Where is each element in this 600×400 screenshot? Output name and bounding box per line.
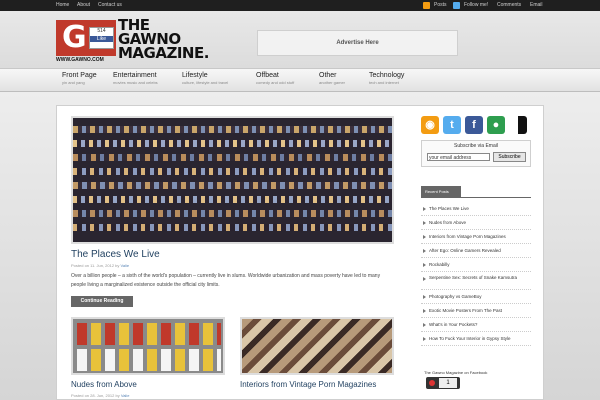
fb-count: 1: [439, 378, 457, 388]
nav-item-lifestyle[interactable]: Lifestyle culture, lifestyle and travel: [182, 72, 228, 85]
meta-prefix: Posted on 11. Jun, 2012 by: [71, 263, 120, 268]
facebook-icon[interactable]: f: [465, 116, 483, 134]
subscribe-button[interactable]: Subscribe: [493, 152, 526, 162]
delicious-icon[interactable]: [509, 116, 527, 134]
nav-item-technology[interactable]: Technology tech and internet: [369, 72, 404, 85]
nav-sub: culture, lifestyle and travel: [182, 80, 229, 85]
recent-post-item[interactable]: Interiors from Vintage Porn Magazines: [421, 230, 531, 244]
topbar-link-posts[interactable]: Posts: [434, 2, 447, 8]
facebook-widget-title: The Gawno Magazine on Facebook: [424, 370, 488, 375]
building-windows: [73, 168, 392, 175]
continue-reading-button[interactable]: Continue Reading: [71, 296, 133, 307]
topbar-link-comments[interactable]: Comments: [497, 2, 521, 8]
fb-badge-icon: [429, 380, 435, 386]
nav-label: Other: [319, 72, 337, 79]
like-button[interactable]: Like: [90, 36, 113, 42]
recent-post-item[interactable]: How To Fuck Your Interior in Gypsy Style: [421, 332, 531, 346]
divider: [421, 197, 531, 198]
subscribe-label: Subscribe via Email: [454, 143, 498, 149]
logo-url: WWW.GAWNO.COM: [56, 57, 104, 63]
featured-image[interactable]: [71, 116, 394, 244]
building-windows: [73, 126, 392, 133]
post-meta: Posted on 28. Jun, 2012 by Valie: [71, 393, 129, 398]
nav-label: Lifestyle: [182, 72, 208, 79]
subscribe-box: Subscribe via Email your email address S…: [421, 140, 531, 167]
post-title[interactable]: Nudes from Above: [71, 380, 137, 390]
recent-post-item[interactable]: After Ego: Online Gamers Revealed: [421, 244, 531, 258]
nav-sub: tech and internet: [369, 80, 399, 85]
nav-label: Front Page: [62, 72, 97, 79]
recent-post-item[interactable]: Exotic Movie Posters From The Past: [421, 304, 531, 318]
building-windows: [73, 196, 392, 203]
recent-post-item[interactable]: Nudes from Above: [421, 216, 531, 230]
recent-post-item[interactable]: The Places We Live: [421, 202, 531, 216]
chat-icon[interactable]: ●: [487, 116, 505, 134]
nav-item-front-page[interactable]: Front Page yin and yang: [62, 72, 97, 85]
facebook-follow-button[interactable]: 1: [426, 377, 460, 389]
twitter-icon[interactable]: t: [443, 116, 461, 134]
email-field[interactable]: your email address: [427, 153, 490, 161]
post-thumbnail-nudes[interactable]: [71, 317, 225, 375]
nav-sub: movies music and celebs: [113, 80, 158, 85]
logo-title-line: MAGAZINE.: [118, 44, 209, 62]
building-windows: [73, 210, 392, 217]
thumb-pattern: [77, 349, 221, 371]
nav-sub: another gamer: [319, 80, 346, 85]
facebook-like-box[interactable]: 514 Like: [89, 27, 114, 49]
recent-post-item[interactable]: Serpentine Sex: Secrets of Snake Kamsutr…: [421, 272, 531, 290]
topbar-link-contact[interactable]: Contact us: [98, 2, 122, 8]
author-link[interactable]: Valie: [121, 263, 130, 268]
thumb-pattern: [77, 323, 221, 345]
building-windows: [73, 140, 392, 147]
nav-label: Technology: [369, 72, 405, 79]
nav-label: Offbeat: [256, 72, 279, 79]
building-windows: [73, 224, 392, 231]
meta-prefix: Posted on 28. Jun, 2012 by: [71, 393, 120, 398]
topbar-link-follow[interactable]: Follow me!: [464, 2, 488, 8]
featured-title[interactable]: The Places We Live: [71, 249, 160, 260]
nav-item-offbeat[interactable]: Offbeat comedy and odd stuff: [256, 72, 294, 85]
nav-item-entertainment[interactable]: Entertainment movies music and celebs: [113, 72, 158, 85]
featured-excerpt: Over a billion people – a sixth of the w…: [71, 273, 381, 288]
rss-icon: [423, 2, 430, 9]
nav-item-other[interactable]: Other another gamer: [319, 72, 345, 85]
twitter-icon: [453, 2, 460, 9]
recent-posts-list: The Places We Live Nudes from Above Inte…: [421, 202, 531, 346]
building-windows: [73, 154, 392, 161]
nav-sub: yin and yang: [62, 80, 85, 85]
topbar-link-email[interactable]: Email: [530, 2, 543, 8]
recent-post-item[interactable]: Rockabilly: [421, 258, 531, 272]
recent-posts-heading: Recent Posts: [421, 186, 461, 197]
ad-banner[interactable]: Advertise Here: [257, 30, 458, 56]
building-windows: [73, 182, 392, 189]
logo-title[interactable]: THE GAWNO MAGAZINE.: [118, 18, 209, 62]
recent-post-item[interactable]: Photography vs GameBoy: [421, 290, 531, 304]
recent-post-item[interactable]: What's in Your Pockets?: [421, 318, 531, 332]
nav-label: Entertainment: [113, 72, 157, 79]
featured-meta: Posted on 11. Jun, 2012 by Valie: [71, 263, 129, 268]
author-link[interactable]: Valie: [121, 393, 130, 398]
logo-letter: G: [62, 20, 87, 55]
like-count: 514: [97, 28, 106, 34]
top-bar: Home About Contact us Posts Follow me! C…: [0, 0, 600, 11]
post-title[interactable]: Interiors from Vintage Porn Magazines: [240, 380, 390, 390]
rss-icon[interactable]: ◉: [421, 116, 439, 134]
topbar-link-about[interactable]: About: [77, 2, 90, 8]
nav-sub: comedy and odd stuff: [256, 80, 295, 85]
facebook-widget: The Gawno Magazine on Facebook 1: [421, 370, 531, 389]
post-thumbnail-interiors[interactable]: [240, 317, 394, 375]
topbar-link-home[interactable]: Home: [56, 2, 69, 8]
